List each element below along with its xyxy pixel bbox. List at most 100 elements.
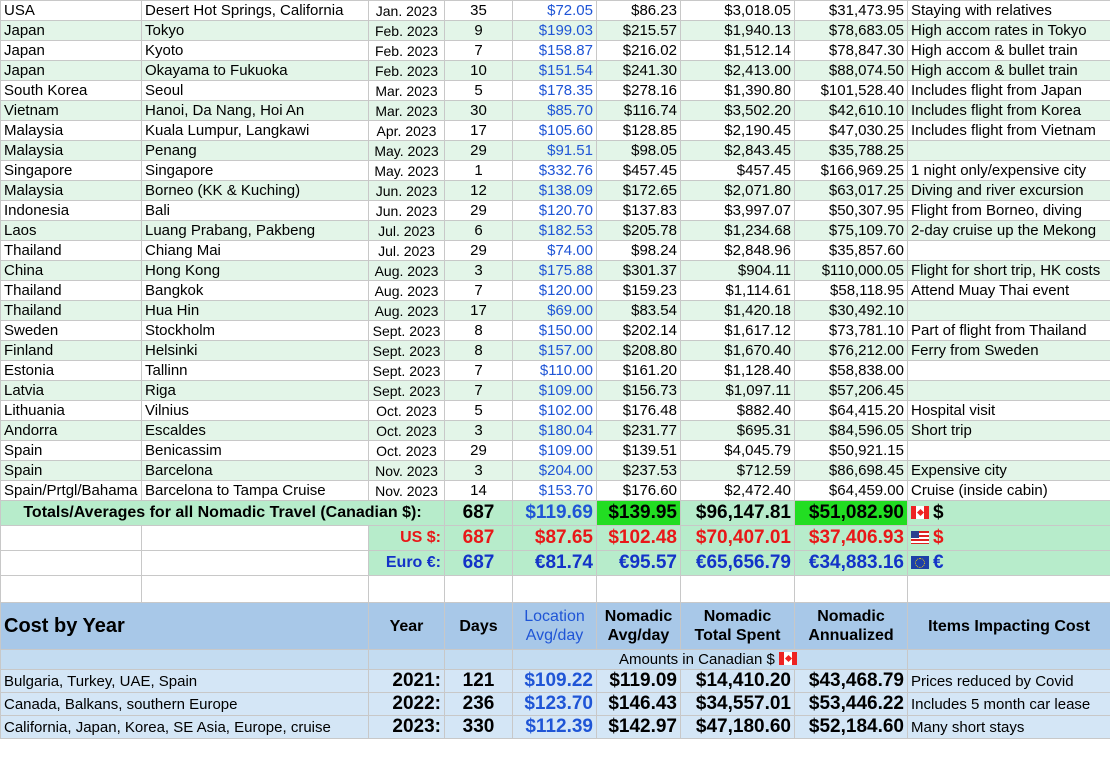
nomadic-avg-cell[interactable]: $156.73 [596, 380, 681, 401]
location-cell[interactable]: Barcelona to Tampa Cruise [141, 480, 369, 501]
date-cell[interactable]: Jul. 2023 [368, 220, 445, 241]
empty-cell[interactable] [444, 649, 513, 670]
us-days[interactable]: 687 [444, 525, 513, 551]
total-spent-cell[interactable]: $3,502.20 [680, 100, 795, 121]
year-cell[interactable]: 2021: [368, 669, 445, 693]
year-days-cell[interactable]: 236 [444, 692, 513, 716]
country-cell[interactable]: Japan [0, 40, 142, 61]
country-cell[interactable]: Japan [0, 20, 142, 41]
location-avg-cell[interactable]: $175.88 [512, 260, 597, 281]
year-days-cell[interactable]: 121 [444, 669, 513, 693]
nomadic-avg-cell[interactable]: $176.60 [596, 480, 681, 501]
year-nomadic-avg-cell[interactable]: $146.43 [596, 692, 681, 716]
annualized-cell[interactable]: $31,473.95 [794, 0, 908, 21]
notes-cell[interactable]: Includes flight from Japan [907, 80, 1110, 101]
country-cell[interactable]: China [0, 260, 142, 281]
notes-cell[interactable] [907, 300, 1110, 321]
notes-cell[interactable]: Staying with relatives [907, 0, 1110, 21]
totals-label[interactable]: Totals/Averages for all Nomadic Travel (… [0, 500, 445, 526]
country-cell[interactable]: South Korea [0, 80, 142, 101]
empty-cell[interactable] [680, 575, 795, 603]
location-avg-cell[interactable]: $182.53 [512, 220, 597, 241]
days-cell[interactable]: 35 [444, 0, 513, 21]
nomadic-avg-cell[interactable]: $231.77 [596, 420, 681, 441]
nomadic-avg-cell[interactable]: $172.65 [596, 180, 681, 201]
country-cell[interactable]: Japan [0, 60, 142, 81]
nomadic-avg-cell[interactable]: $241.30 [596, 60, 681, 81]
location-cell[interactable]: Benicassim [141, 440, 369, 461]
nomadic-avg-cell[interactable]: $205.78 [596, 220, 681, 241]
annualized-cell[interactable]: $47,030.25 [794, 120, 908, 141]
days-cell[interactable]: 17 [444, 300, 513, 321]
date-cell[interactable]: Nov. 2023 [368, 480, 445, 501]
totals-location-avg[interactable]: $119.69 [512, 500, 597, 526]
year-cell[interactable]: 2022: [368, 692, 445, 716]
location-avg-cell[interactable]: $91.51 [512, 140, 597, 161]
country-cell[interactable]: Spain [0, 440, 142, 461]
date-cell[interactable]: Feb. 2023 [368, 20, 445, 41]
amounts-note[interactable]: Amounts in Canadian $ [512, 649, 908, 670]
date-cell[interactable]: Aug. 2023 [368, 280, 445, 301]
annualized-cell[interactable]: $35,788.25 [794, 140, 908, 161]
location-avg-cell[interactable]: $332.76 [512, 160, 597, 181]
location-avg-cell[interactable]: $109.00 [512, 380, 597, 401]
notes-cell[interactable]: Flight for short trip, HK costs [907, 260, 1110, 281]
header-days[interactable]: Days [444, 602, 513, 650]
location-avg-cell[interactable]: $102.00 [512, 400, 597, 421]
empty-cell[interactable] [0, 525, 142, 551]
nomadic-avg-cell[interactable]: $159.23 [596, 280, 681, 301]
country-cell[interactable]: Sweden [0, 320, 142, 341]
year-notes-cell[interactable]: Prices reduced by Covid [907, 669, 1110, 693]
country-cell[interactable]: Malaysia [0, 180, 142, 201]
total-spent-cell[interactable]: $882.40 [680, 400, 795, 421]
totals-nomadic-avg[interactable]: $139.95 [596, 500, 681, 526]
date-cell[interactable]: Sept. 2023 [368, 340, 445, 361]
empty-cell[interactable] [141, 575, 369, 603]
date-cell[interactable]: Sept. 2023 [368, 320, 445, 341]
empty-cell[interactable] [512, 575, 597, 603]
location-cell[interactable]: Okayama to Fukuoka [141, 60, 369, 81]
year-annualized-cell[interactable]: $52,184.60 [794, 715, 908, 739]
days-cell[interactable]: 10 [444, 60, 513, 81]
total-spent-cell[interactable]: $1,097.11 [680, 380, 795, 401]
days-cell[interactable]: 29 [444, 140, 513, 161]
date-cell[interactable]: Oct. 2023 [368, 440, 445, 461]
location-avg-cell[interactable]: $120.70 [512, 200, 597, 221]
date-cell[interactable]: Oct. 2023 [368, 420, 445, 441]
annualized-cell[interactable]: $88,074.50 [794, 60, 908, 81]
date-cell[interactable]: Mar. 2023 [368, 80, 445, 101]
days-cell[interactable]: 17 [444, 120, 513, 141]
location-cell[interactable]: Bangkok [141, 280, 369, 301]
days-cell[interactable]: 8 [444, 340, 513, 361]
location-avg-cell[interactable]: $69.00 [512, 300, 597, 321]
annualized-cell[interactable]: $73,781.10 [794, 320, 908, 341]
date-cell[interactable]: Jan. 2023 [368, 0, 445, 21]
days-cell[interactable]: 5 [444, 400, 513, 421]
annualized-cell[interactable]: $50,307.95 [794, 200, 908, 221]
location-cell[interactable]: Tallinn [141, 360, 369, 381]
days-cell[interactable]: 7 [444, 380, 513, 401]
year-regions-cell[interactable]: California, Japan, Korea, SE Asia, Europ… [0, 715, 369, 739]
year-nomadic-avg-cell[interactable]: $119.09 [596, 669, 681, 693]
date-cell[interactable]: Mar. 2023 [368, 100, 445, 121]
date-cell[interactable]: Nov. 2023 [368, 460, 445, 481]
date-cell[interactable]: Feb. 2023 [368, 40, 445, 61]
header-total-spent[interactable]: Nomadic Total Spent [680, 602, 795, 650]
year-location-avg-cell[interactable]: $123.70 [512, 692, 597, 716]
notes-cell[interactable]: 1 night only/expensive city [907, 160, 1110, 181]
notes-cell[interactable]: Flight from Borneo, diving [907, 200, 1110, 221]
notes-cell[interactable] [907, 140, 1110, 161]
year-location-avg-cell[interactable]: $109.22 [512, 669, 597, 693]
country-cell[interactable]: Indonesia [0, 200, 142, 221]
empty-cell[interactable] [0, 550, 142, 576]
location-cell[interactable]: Kyoto [141, 40, 369, 61]
location-avg-cell[interactable]: $120.00 [512, 280, 597, 301]
location-avg-cell[interactable]: $72.05 [512, 0, 597, 21]
country-cell[interactable]: Estonia [0, 360, 142, 381]
empty-cell[interactable] [141, 550, 369, 576]
annualized-cell[interactable]: $166,969.25 [794, 160, 908, 181]
year-location-avg-cell[interactable]: $112.39 [512, 715, 597, 739]
notes-cell[interactable] [907, 240, 1110, 261]
annualized-cell[interactable]: $58,838.00 [794, 360, 908, 381]
date-cell[interactable]: Aug. 2023 [368, 260, 445, 281]
